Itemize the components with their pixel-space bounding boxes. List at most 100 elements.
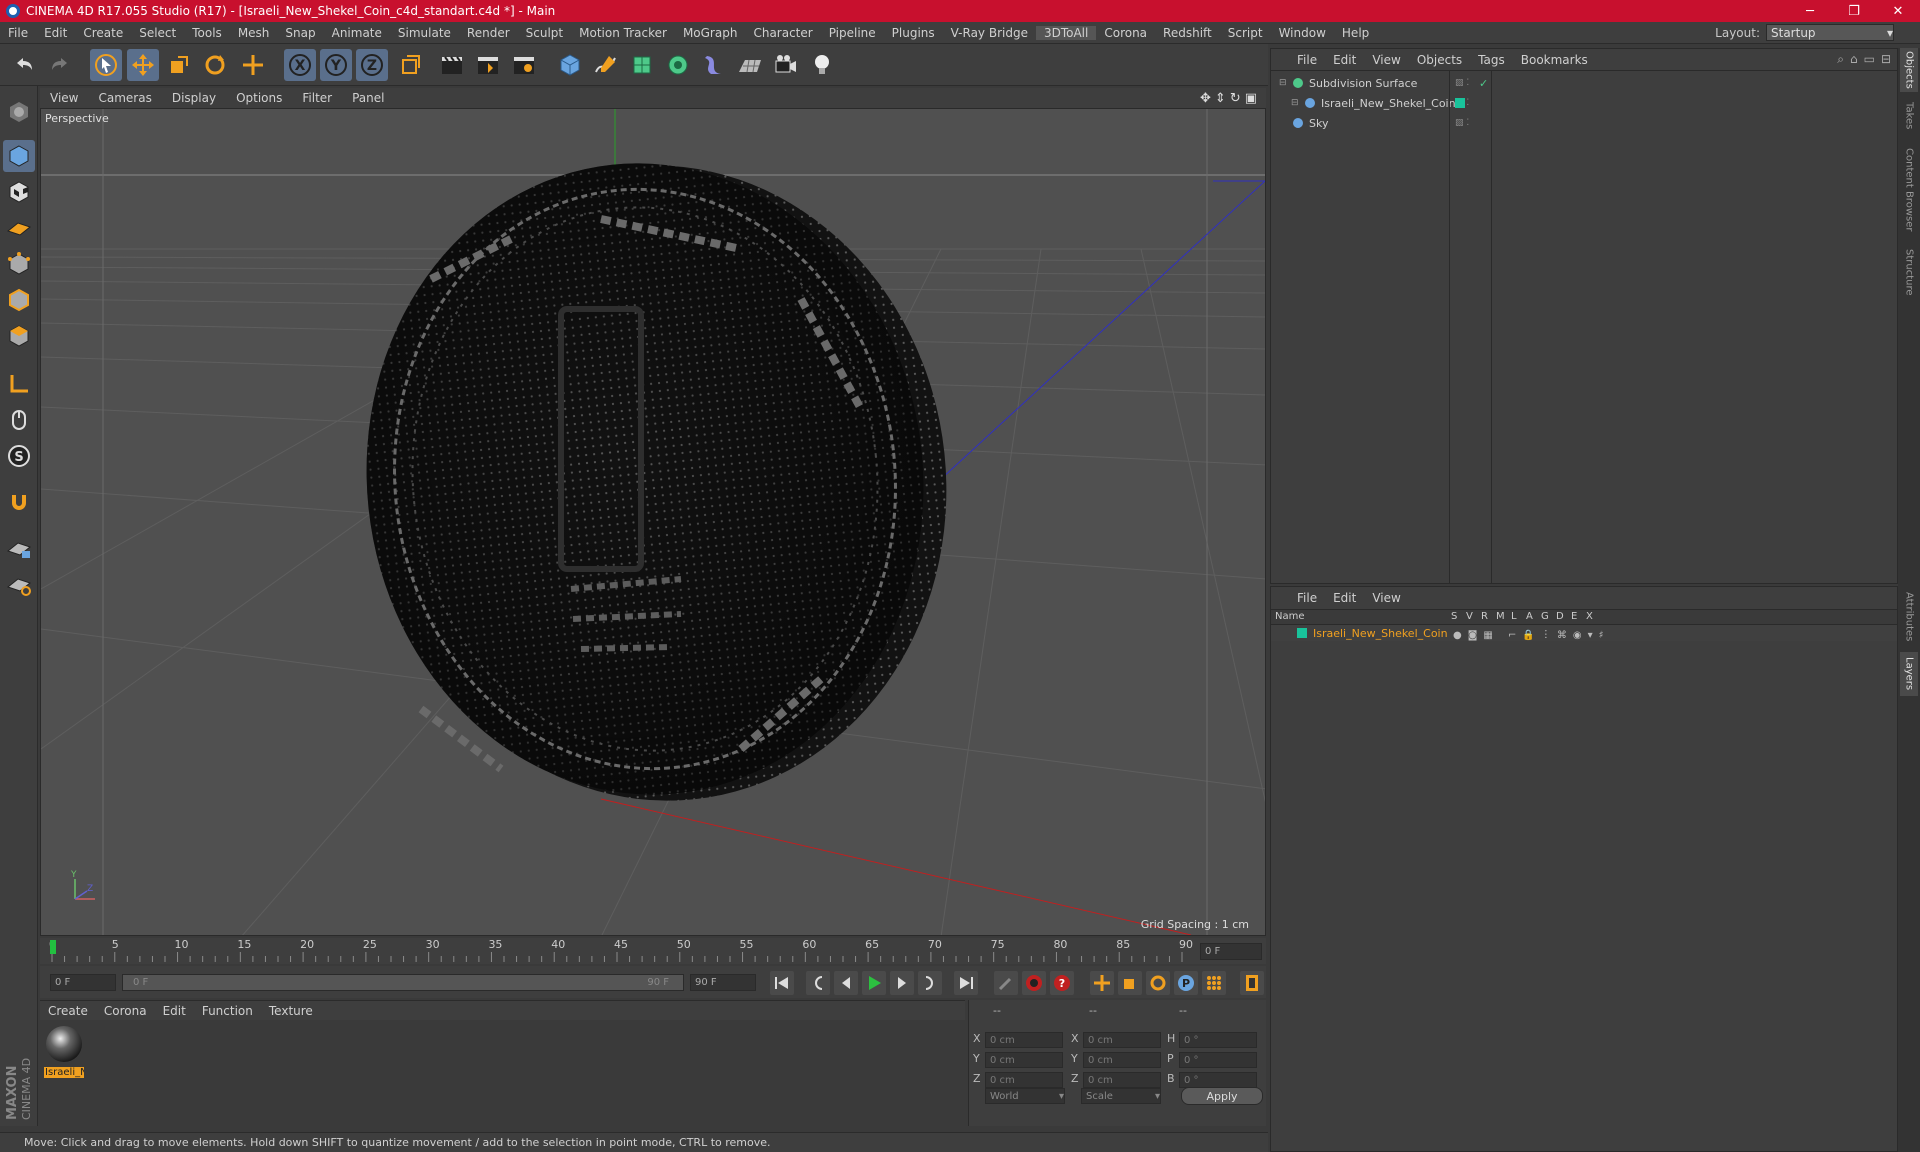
layer-column-header[interactable]: S — [1451, 611, 1457, 622]
apply-button[interactable]: Apply — [1181, 1087, 1263, 1105]
menu-snap[interactable]: Snap — [277, 26, 323, 40]
menu-animate[interactable]: Animate — [324, 26, 390, 40]
lock-workplane-button[interactable] — [3, 532, 35, 564]
layer-name[interactable]: Israeli_New_Shekel_Coin — [1313, 627, 1448, 640]
add-camera-button[interactable] — [770, 49, 802, 81]
menu-mesh[interactable]: Mesh — [230, 26, 278, 40]
position-field[interactable]: 0 cm — [985, 1052, 1063, 1068]
size-field[interactable]: 0 cm — [1083, 1072, 1161, 1088]
side-tab-structure[interactable]: Structure — [1900, 244, 1918, 300]
move-tool-button[interactable] — [127, 49, 159, 81]
layer-column-header[interactable]: A — [1526, 611, 1533, 622]
axis-mode-button[interactable] — [3, 368, 35, 400]
keyframe-selection-button[interactable]: ? — [1050, 971, 1074, 995]
layer-column-header[interactable]: V — [1466, 611, 1473, 622]
layer-flag-icons[interactable]: ●◙▦ ⌐🔒︙⌘◉▾♯ — [1453, 626, 1609, 641]
object-menu-view[interactable]: View — [1364, 53, 1408, 67]
menu-tools[interactable]: Tools — [184, 26, 230, 40]
search-icon[interactable]: ⌕ — [1837, 52, 1844, 67]
object-menu-tags[interactable]: Tags — [1470, 53, 1513, 67]
material-menu-corona[interactable]: Corona — [96, 1004, 155, 1018]
menu-simulate[interactable]: Simulate — [390, 26, 459, 40]
layer-column-header[interactable]: R — [1481, 611, 1488, 622]
snap-button[interactable] — [3, 486, 35, 518]
menu-mograph[interactable]: MoGraph — [675, 26, 746, 40]
side-tab-layers[interactable]: Layers — [1900, 652, 1918, 696]
layer-column-header[interactable]: G — [1541, 611, 1549, 622]
close-button[interactable]: ✕ — [1876, 0, 1920, 22]
polygons-mode-button[interactable] — [3, 320, 35, 352]
menu-select[interactable]: Select — [131, 26, 184, 40]
new-view-icon[interactable]: ▭ — [1864, 52, 1875, 67]
move-view-icon[interactable]: ✥ — [1200, 91, 1211, 106]
menu-pipeline[interactable]: Pipeline — [821, 26, 884, 40]
add-cube-button[interactable] — [554, 49, 586, 81]
position-key-button[interactable] — [1090, 971, 1114, 995]
expand-toggle-icon[interactable]: ⊟ — [1279, 78, 1289, 88]
side-tab-content-browser[interactable]: Content Browser — [1900, 142, 1918, 238]
menu-file[interactable]: File — [0, 26, 36, 40]
home-icon[interactable]: ⌂ — [1850, 52, 1858, 67]
add-spline-button[interactable] — [590, 49, 622, 81]
add-environment-button[interactable] — [734, 49, 766, 81]
menu-motion-tracker[interactable]: Motion Tracker — [571, 26, 675, 40]
layer-menu-file[interactable]: File — [1289, 591, 1325, 605]
add-array-button[interactable] — [662, 49, 694, 81]
object-row[interactable]: ⊟Israeli_New_Shekel_Coin▨ ⁚ — [1271, 93, 1899, 113]
viewport-menu-options[interactable]: Options — [226, 91, 292, 105]
menu-character[interactable]: Character — [745, 26, 820, 40]
object-menu-objects[interactable]: Objects — [1409, 53, 1470, 67]
undo-button[interactable] — [8, 49, 40, 81]
scale-key-button[interactable] — [1118, 971, 1142, 995]
rotation-key-button[interactable] — [1146, 971, 1170, 995]
go-to-start-button[interactable] — [770, 971, 794, 995]
side-tab-attributes[interactable]: Attributes — [1900, 588, 1918, 646]
planar-workplane-button[interactable] — [3, 568, 35, 600]
layer-column-header[interactable]: E — [1571, 611, 1577, 622]
coordinate-space-select[interactable]: World ▾ — [985, 1088, 1065, 1104]
start-frame-field[interactable]: 0 F — [50, 974, 116, 991]
toggle-view-icon[interactable]: ▣ — [1245, 91, 1257, 106]
parameter-key-button[interactable]: P — [1174, 971, 1198, 995]
edges-mode-button[interactable] — [3, 284, 35, 316]
previous-frame-button[interactable] — [834, 971, 858, 995]
model-mode-button[interactable] — [3, 140, 35, 172]
minimize-button[interactable]: ─ — [1788, 0, 1832, 22]
rotation-field[interactable]: 0 ° — [1179, 1052, 1257, 1068]
render-view-button[interactable] — [436, 49, 468, 81]
material-menu-create[interactable]: Create — [40, 1004, 96, 1018]
current-frame-field[interactable]: 0 F — [1200, 943, 1262, 960]
menu-create[interactable]: Create — [75, 26, 131, 40]
multi-tool-button[interactable] — [237, 49, 269, 81]
layer-menu-edit[interactable]: Edit — [1325, 591, 1364, 605]
object-name[interactable]: Sky — [1309, 117, 1328, 130]
points-mode-button[interactable] — [3, 248, 35, 280]
menu-corona[interactable]: Corona — [1096, 26, 1155, 40]
position-field[interactable]: 0 cm — [985, 1072, 1063, 1088]
viewport-menu-panel[interactable]: Panel — [342, 91, 394, 105]
menu-render[interactable]: Render — [459, 26, 518, 40]
rotation-field[interactable]: 0 ° — [1179, 1072, 1257, 1088]
y-axis-lock-button[interactable]: Y — [320, 49, 352, 81]
make-editable-button[interactable] — [3, 96, 35, 128]
material-tag-icon[interactable] — [1455, 98, 1465, 108]
texture-mode-button[interactable] — [3, 176, 35, 208]
menu-plugins[interactable]: Plugins — [884, 26, 943, 40]
side-tab-takes[interactable]: Takes — [1900, 96, 1918, 136]
go-to-end-button[interactable] — [954, 971, 978, 995]
point-level-key-button[interactable] — [1202, 971, 1226, 995]
layout-select[interactable]: Startup ▾ — [1766, 24, 1894, 41]
layer-column-header[interactable]: L — [1511, 611, 1517, 622]
add-light-button[interactable] — [806, 49, 838, 81]
material-swatch[interactable]: Israeli_N — [44, 1024, 84, 1078]
zoom-view-icon[interactable]: ⇕ — [1215, 91, 1226, 106]
record-active-objects-button[interactable] — [994, 971, 1018, 995]
object-name[interactable]: Israeli_New_Shekel_Coin — [1321, 97, 1456, 110]
z-axis-lock-button[interactable]: Z — [356, 49, 388, 81]
menu-sculpt[interactable]: Sculpt — [518, 26, 571, 40]
tweak-mode-button[interactable] — [3, 404, 35, 436]
viewport-menu-filter[interactable]: Filter — [292, 91, 342, 105]
end-frame-field[interactable]: 90 F — [690, 974, 756, 991]
next-frame-button[interactable] — [890, 971, 914, 995]
layer-menu-view[interactable]: View — [1364, 591, 1408, 605]
